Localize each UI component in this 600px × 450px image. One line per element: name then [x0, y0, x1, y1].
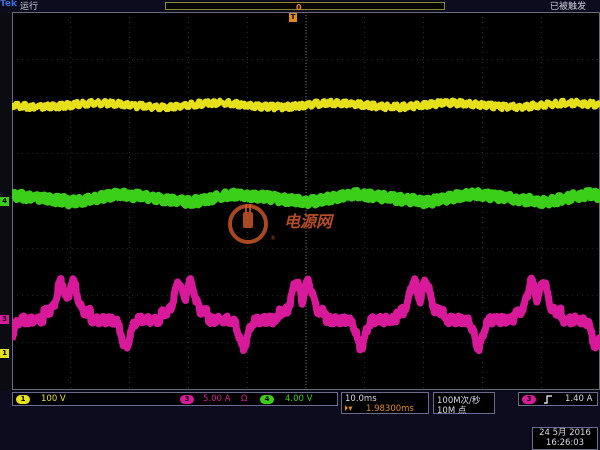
ch1-scale: 100 V [41, 394, 66, 404]
sample-rate-box[interactable]: 100M次/秒 10M 点 [433, 392, 495, 416]
timebase-box[interactable]: 10.0ms ⏵▾ 1.98300ms [341, 392, 429, 414]
datetime-box: 24 5月 2016 16:26:03 [532, 427, 598, 450]
trigger-source-badge[interactable]: 3 [522, 395, 536, 404]
watermark-text: 电源网 [284, 212, 333, 231]
trigger-time-marker[interactable]: T [289, 13, 297, 22]
ch3-badge[interactable]: 3 [180, 395, 194, 404]
channel-scales-box[interactable]: 1 100 V 3 5.00 A Ω 4 4.00 V [12, 392, 338, 406]
timebase-scale: 10.0ms [345, 394, 377, 404]
ch3-ground-marker[interactable]: 3 [0, 315, 9, 324]
brand-logo: Tek [0, 0, 18, 9]
delay-arrow-icon: ⏵▾ [344, 404, 353, 414]
ch3-unit-symbol: Ω [241, 394, 248, 404]
trigger-box[interactable]: 3 1.40 A [518, 392, 598, 406]
watermark-logo: 电源网 ® [226, 198, 346, 248]
top-status-bar: Tek 运行 0 已被触发 [0, 0, 600, 12]
rising-edge-icon [544, 395, 552, 404]
time-text: 16:26:03 [545, 438, 585, 448]
trigger-status: 已被触发 [549, 2, 586, 12]
trigger-position-marker: 0 [296, 3, 302, 12]
acquisition-state[interactable]: 运行 [20, 0, 38, 12]
ch4-scale: 4.00 V [285, 394, 313, 404]
record-length: 10M 点 [437, 406, 467, 416]
plug-icon [228, 204, 268, 244]
record-view-bar[interactable] [165, 2, 445, 10]
timebase-delay: 1.98300ms [366, 404, 414, 414]
bottom-status-bar: 1 100 V 3 5.00 A Ω 4 4.00 V 10.0ms ⏵▾ 1.… [0, 391, 600, 450]
ch3-scale: 5.00 A [203, 394, 231, 404]
ch4-badge[interactable]: 4 [260, 395, 274, 404]
ch4-ground-marker[interactable]: 4 [0, 197, 9, 206]
trigger-level: 1.40 A [565, 394, 593, 404]
date-text: 24 5月 2016 [539, 428, 591, 438]
ch1-ground-marker[interactable]: 1 [0, 349, 9, 358]
watermark-registered: ® [270, 235, 276, 242]
ch1-badge[interactable]: 1 [16, 395, 30, 404]
